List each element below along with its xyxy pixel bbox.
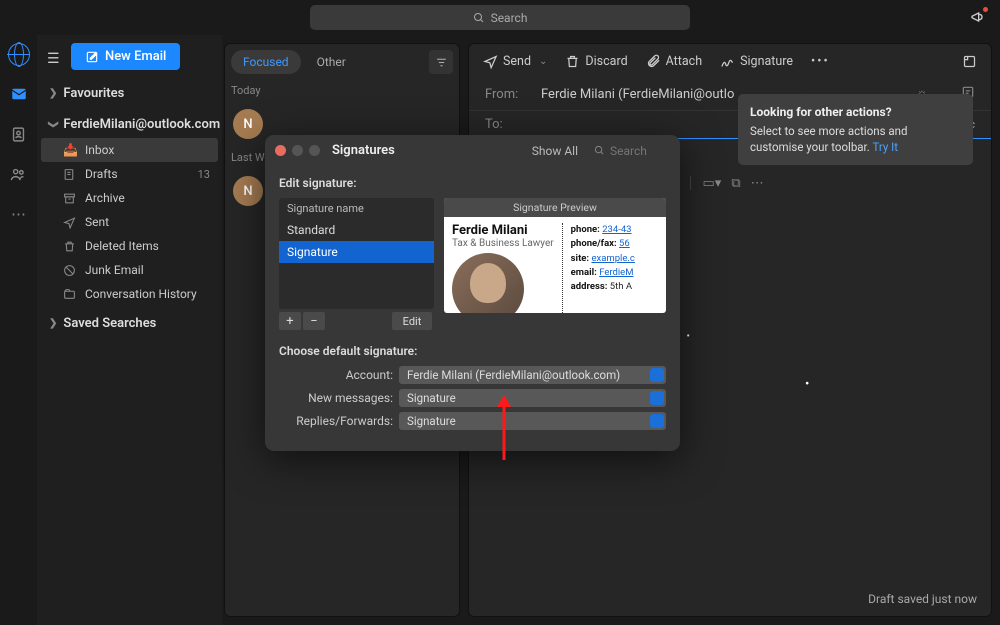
sig-item-standard[interactable]: Standard: [279, 219, 434, 241]
more-actions-tooltip: Looking for other actions? Select to see…: [738, 94, 973, 165]
sig-item-signature[interactable]: Signature: [279, 241, 434, 263]
people-icon[interactable]: [8, 163, 30, 185]
min-traffic-light[interactable]: [292, 145, 303, 156]
addressbook-icon[interactable]: [8, 123, 30, 145]
signatures-dialog: Signatures Show All Edit signature: Sign…: [265, 135, 680, 451]
sidebar: ☰ New Email ❯Favourites ❯FerdieMilani@ou…: [37, 35, 222, 625]
folder-inbox[interactable]: 📥Inbox: [41, 138, 218, 162]
close-traffic-light[interactable]: [275, 145, 286, 156]
hamburger-icon[interactable]: ☰: [47, 51, 63, 67]
signature-list: Signature name Standard Signature + − Ed…: [279, 198, 434, 330]
more-actions-button[interactable]: •••: [811, 54, 830, 69]
more-fmt-icon[interactable]: ⋯: [751, 176, 764, 191]
show-all-button[interactable]: Show All: [532, 144, 578, 158]
edit-sig-label: Edit signature:: [279, 176, 666, 190]
new-messages-select[interactable]: Signature: [399, 389, 666, 407]
max-traffic-light[interactable]: [309, 145, 320, 156]
new-email-label: New Email: [105, 49, 166, 64]
left-rail: ⋯: [0, 35, 37, 625]
choose-default-label: Choose default signature:: [279, 344, 666, 358]
image-icon[interactable]: ▭▾: [703, 176, 722, 191]
dialog-title: Signatures: [332, 143, 395, 158]
account-header[interactable]: ❯FerdieMilani@outlook.com: [37, 107, 222, 138]
avatar: N: [233, 176, 263, 206]
global-search[interactable]: Search: [310, 5, 690, 30]
draft-status: Draft saved just now: [868, 592, 977, 606]
tab-other[interactable]: Other: [305, 50, 358, 74]
dialog-search[interactable]: [594, 144, 670, 158]
send-button[interactable]: Send⌄: [483, 54, 547, 69]
popout-icon[interactable]: [962, 54, 977, 69]
attach-button[interactable]: Attach: [646, 54, 702, 69]
folder-junk[interactable]: Junk Email: [37, 258, 222, 282]
remove-sig-button[interactable]: −: [303, 312, 325, 330]
group-today: Today: [231, 84, 453, 97]
folder-conversation-history[interactable]: Conversation History: [37, 282, 222, 306]
mail-icon[interactable]: [8, 83, 30, 105]
folder-sent[interactable]: Sent: [37, 210, 222, 234]
global-topbar: Search: [0, 0, 1000, 35]
filter-icon[interactable]: [429, 50, 453, 74]
announcements-icon[interactable]: [970, 9, 986, 25]
avatar: N: [233, 109, 263, 139]
discard-button[interactable]: Discard: [565, 54, 627, 69]
new-email-button[interactable]: New Email: [71, 43, 180, 70]
avatar-image: [452, 253, 524, 313]
folder-drafts[interactable]: Drafts13: [37, 162, 222, 186]
signature-preview: Signature Preview Ferdie Milani Tax & Bu…: [444, 198, 666, 313]
favourites-header[interactable]: ❯Favourites: [37, 76, 222, 107]
tab-focused[interactable]: Focused: [231, 50, 301, 74]
folder-deleted[interactable]: Deleted Items: [37, 234, 222, 258]
link-icon[interactable]: ⧉: [731, 176, 740, 191]
saved-searches-header[interactable]: ❯Saved Searches: [37, 306, 222, 337]
signature-button[interactable]: Signature: [720, 54, 793, 69]
edit-sig-button[interactable]: Edit: [392, 312, 432, 330]
search-placeholder: Search: [491, 11, 528, 25]
replies-forwards-select[interactable]: Signature: [399, 412, 666, 430]
more-icon[interactable]: ⋯: [8, 203, 30, 225]
tryit-link[interactable]: Try It: [872, 140, 898, 154]
globe-icon[interactable]: [8, 43, 30, 65]
compose-toolbar: Send⌄ Discard Attach Signature •••: [469, 44, 991, 79]
folder-archive[interactable]: Archive: [37, 186, 222, 210]
account-select[interactable]: Ferdie Milani (FerdieMilani@outlook.com): [399, 366, 666, 384]
add-sig-button[interactable]: +: [279, 312, 301, 330]
